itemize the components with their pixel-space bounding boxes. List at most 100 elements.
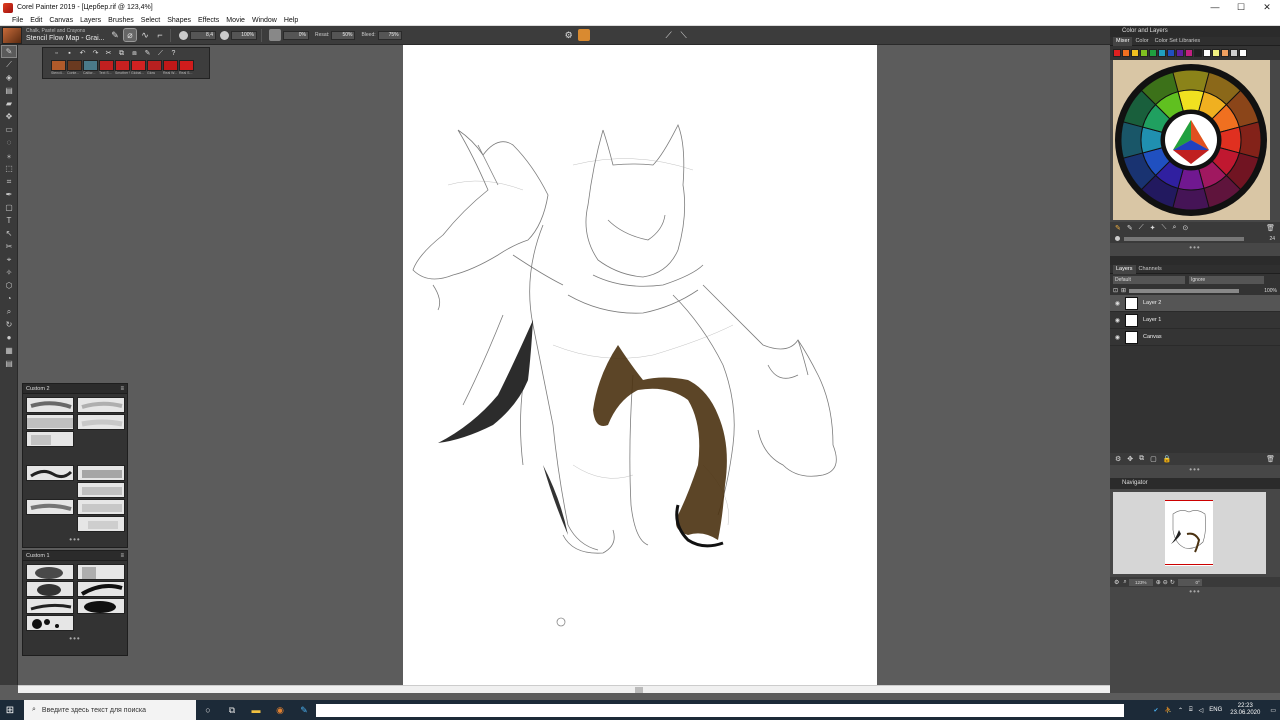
menu-layers[interactable]: Layers <box>80 17 101 24</box>
paste-icon[interactable]: ⧈ <box>129 49 140 59</box>
user-icon[interactable]: ⛹ <box>1165 707 1172 714</box>
lock-icon[interactable]: ⊡ <box>1113 287 1118 294</box>
rect-select-icon[interactable]: ▭ <box>2 124 16 135</box>
bleed-field[interactable]: 75% <box>377 30 402 40</box>
tab-mixer[interactable]: Mixer <box>1113 36 1133 46</box>
menu-help[interactable]: Help <box>284 17 298 24</box>
color-swatch[interactable] <box>1131 49 1139 57</box>
lasso-icon[interactable]: ◌ <box>2 137 16 148</box>
color-swatch[interactable] <box>1221 49 1229 57</box>
tab-color-set-libraries[interactable]: Color Set Libraries <box>1152 37 1204 46</box>
menu-file[interactable]: File <box>12 17 23 24</box>
maximize-button[interactable]: ☐ <box>1228 0 1254 15</box>
task-view-icon[interactable]: ⧉ <box>220 705 244 716</box>
panel-menu-icon[interactable]: ≡ <box>120 553 124 559</box>
brush-tile[interactable] <box>77 564 125 580</box>
color-swatch[interactable] <box>1212 49 1220 57</box>
horizontal-scrollbar[interactable] <box>18 685 1268 693</box>
navigator-angle-field[interactable]: 0° <box>1177 578 1202 586</box>
shape-select-icon[interactable]: ↖ <box>2 228 16 239</box>
brush-tile[interactable] <box>26 431 74 447</box>
wacom-icon[interactable]: ✔ <box>1154 707 1159 714</box>
menu-select[interactable]: Select <box>141 17 160 24</box>
layer-row[interactable]: ◉ Layer 1 <box>1110 312 1280 329</box>
brush-variant-item[interactable]: Glow <box>147 60 162 75</box>
burn-icon[interactable]: ⬡ <box>2 280 16 291</box>
layer-adjuster-icon[interactable]: ✥ <box>2 111 16 122</box>
magic-wand-icon[interactable]: ⁎ <box>2 150 16 161</box>
help-icon[interactable]: ? <box>168 49 179 59</box>
dropper-icon[interactable]: ⟍ <box>1162 224 1167 232</box>
copy-icon[interactable]: ⧉ <box>116 49 127 59</box>
brush-tile[interactable] <box>77 397 125 413</box>
speaker-icon[interactable]: ◁ <box>1199 707 1204 714</box>
brush-selector-button[interactable] <box>2 26 22 44</box>
zoom-in-icon[interactable]: ⊕ <box>1156 579 1161 586</box>
more-dots[interactable]: ••• <box>1110 243 1280 252</box>
brush-size-slider[interactable] <box>1124 236 1244 241</box>
panel-menu-icon[interactable]: ≡ <box>120 386 124 392</box>
dynamic-plugins-icon[interactable]: ✥ <box>1127 455 1133 463</box>
tilt-icon[interactable]: ⟋ <box>663 29 675 41</box>
brush-variant-item[interactable]: Conte... <box>67 60 82 75</box>
layer-row[interactable]: ◉ Layer 2 <box>1110 295 1280 312</box>
brush-tile[interactable] <box>77 465 125 481</box>
chevron-up-icon[interactable]: ⌃ <box>1178 707 1183 714</box>
custom1-header[interactable]: Custom 1 ≡ <box>23 551 127 561</box>
language-indicator[interactable]: ENG <box>1209 707 1222 713</box>
stroke-type-icon[interactable]: ⌀ <box>123 28 137 42</box>
tab-color[interactable]: Color <box>1132 37 1151 46</box>
zoom-out-icon[interactable]: ⊖ <box>1163 579 1168 586</box>
rotate-page-icon[interactable]: ↻ <box>2 319 16 330</box>
brush-tile[interactable] <box>26 615 74 631</box>
preserve-transparency-icon[interactable]: ⊞ <box>1121 287 1126 294</box>
brush-tool-icon[interactable]: ✎ <box>1 45 17 58</box>
color-swatch[interactable] <box>1203 49 1211 57</box>
resat-field[interactable]: 50% <box>331 30 356 40</box>
close-button[interactable]: ✕ <box>1254 0 1280 15</box>
more-dots[interactable]: ••• <box>23 535 127 544</box>
crop-icon[interactable]: ⌗ <box>2 176 16 187</box>
network-icon[interactable]: ⌸ <box>1189 707 1193 714</box>
text-icon[interactable]: T <box>2 215 16 226</box>
magnifier-icon[interactable]: ⌕ <box>2 306 16 317</box>
menu-shapes[interactable]: Shapes <box>167 17 191 24</box>
brush-size-value[interactable]: 24 <box>1269 236 1275 242</box>
paper-selector-icon[interactable]: ▦ <box>2 345 16 356</box>
brush-tile[interactable] <box>77 482 125 498</box>
dropper-icon[interactable]: ⟋ <box>2 59 16 70</box>
apply-icon[interactable]: ✦ <box>1150 224 1156 232</box>
composite-method-select[interactable]: Default <box>1113 276 1185 284</box>
save-icon[interactable]: ▪ <box>64 49 75 59</box>
brush-color-icon[interactable] <box>577 29 590 41</box>
brush-tool-icon[interactable]: ✎ <box>109 29 121 41</box>
zoom-icon[interactable]: ⌕ <box>1172 224 1176 232</box>
minimize-button[interactable]: — <box>1202 0 1228 15</box>
brush-name[interactable]: Chalk, Pastel and Crayons Stencil Flow M… <box>26 27 106 43</box>
brush-color-icon[interactable]: ✎ <box>1115 224 1121 232</box>
brush-tile[interactable] <box>26 581 74 597</box>
tab-layers[interactable]: Layers <box>1113 264 1136 274</box>
paper-icon[interactable]: ◔ <box>2 293 16 304</box>
brush-tile[interactable] <box>26 397 74 413</box>
brush-variant-item[interactable]: Smother Wet S... <box>115 60 130 75</box>
shape-icon[interactable]: ▢ <box>2 202 16 213</box>
composite-depth-select[interactable]: Ignore <box>1189 276 1264 284</box>
color-selector-icon[interactable]: ● <box>2 332 16 343</box>
new-layer-icon[interactable]: ▢ <box>1150 455 1157 463</box>
taskbar-search[interactable]: ⌕ Введите здесь текст для поиска <box>24 700 196 720</box>
brush-tile[interactable] <box>26 598 74 614</box>
menu-canvas[interactable]: Canvas <box>49 17 73 24</box>
canvas[interactable] <box>403 45 877 685</box>
color-wheel[interactable] <box>1113 60 1270 220</box>
brush-tile[interactable] <box>26 564 74 580</box>
windows-start-icon[interactable]: ⊞ <box>0 705 20 716</box>
file-explorer-icon[interactable]: ▬ <box>244 705 268 715</box>
size-field[interactable]: 8,4 <box>190 30 216 40</box>
brush-variant-item[interactable]: Global... <box>131 60 146 75</box>
knife-icon[interactable]: ⟋ <box>1139 224 1144 232</box>
undo-icon[interactable]: ↶ <box>77 49 88 59</box>
color-swatch[interactable] <box>1185 49 1193 57</box>
redo-icon[interactable]: ↷ <box>90 49 101 59</box>
layer-mask-icon[interactable]: 🔒 <box>1163 455 1172 463</box>
